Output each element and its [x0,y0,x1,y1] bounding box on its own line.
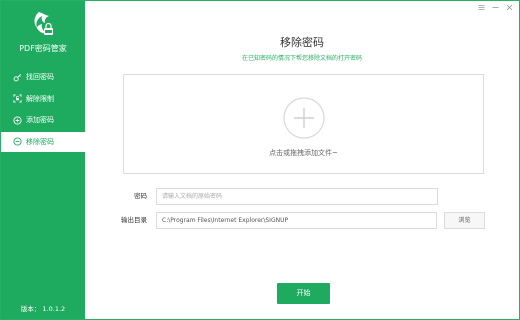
sidebar-item-label: 添加密码 [26,116,54,124]
page-title: 移除密码 [280,36,324,49]
key-icon [13,73,22,82]
output-dir-row: 输出目录 C:\Program Files\Internet Explorer\… [85,212,519,229]
sidebar-nav: 找回密码 解除限制 添加密码 移除密码 [1,67,85,153]
browse-button[interactable]: 浏览 [444,212,485,229]
output-dir-label: 输出目录 [121,216,147,224]
app-window: PDF密码管家 找回密码 解除限制 添加密码 移除密码 版本： 1.0.1.2 … [0,0,520,320]
password-input[interactable]: 请输入文档的原始密码 [156,188,438,205]
app-name: PDF密码管家 [19,44,67,53]
output-dir-input[interactable]: C:\Program Files\Internet Explorer\SIGNU… [156,212,437,229]
sidebar-item-add-password[interactable]: 添加密码 [1,110,85,130]
password-row: 密码 请输入文档的原始密码 [85,188,519,205]
version-label: 版本： 1.0.1.2 [20,305,66,313]
start-button[interactable]: 开始 [277,283,330,304]
dropzone-hint: 点击或拖拽添加文件~ [269,149,338,157]
page-subtitle: 在已知密码的情况下帮您移除文档的打开密码 [241,55,362,62]
sidebar-item-recover-password[interactable]: 找回密码 [1,67,85,87]
add-file-icon [283,97,325,139]
main-panel: 移除密码 在已知密码的情况下帮您移除文档的打开密码 点击或拖拽添加文件~ 密码 … [85,1,519,319]
sidebar-item-remove-restriction[interactable]: 解除限制 [1,89,85,109]
unlock-scan-icon [13,94,22,103]
file-dropzone[interactable]: 点击或拖拽添加文件~ [123,74,484,174]
sidebar-item-remove-password[interactable]: 移除密码 [1,131,85,152]
sidebar-item-label: 找回密码 [26,73,54,81]
add-circle-icon [13,115,22,125]
password-label: 密码 [134,192,147,200]
sidebar: PDF密码管家 找回密码 解除限制 添加密码 移除密码 版本： 1.0.1.2 [1,1,85,319]
app-logo-icon [30,10,56,38]
sidebar-item-label: 解除限制 [26,94,54,103]
sidebar-item-label: 移除密码 [26,137,54,146]
remove-circle-icon [13,137,22,146]
